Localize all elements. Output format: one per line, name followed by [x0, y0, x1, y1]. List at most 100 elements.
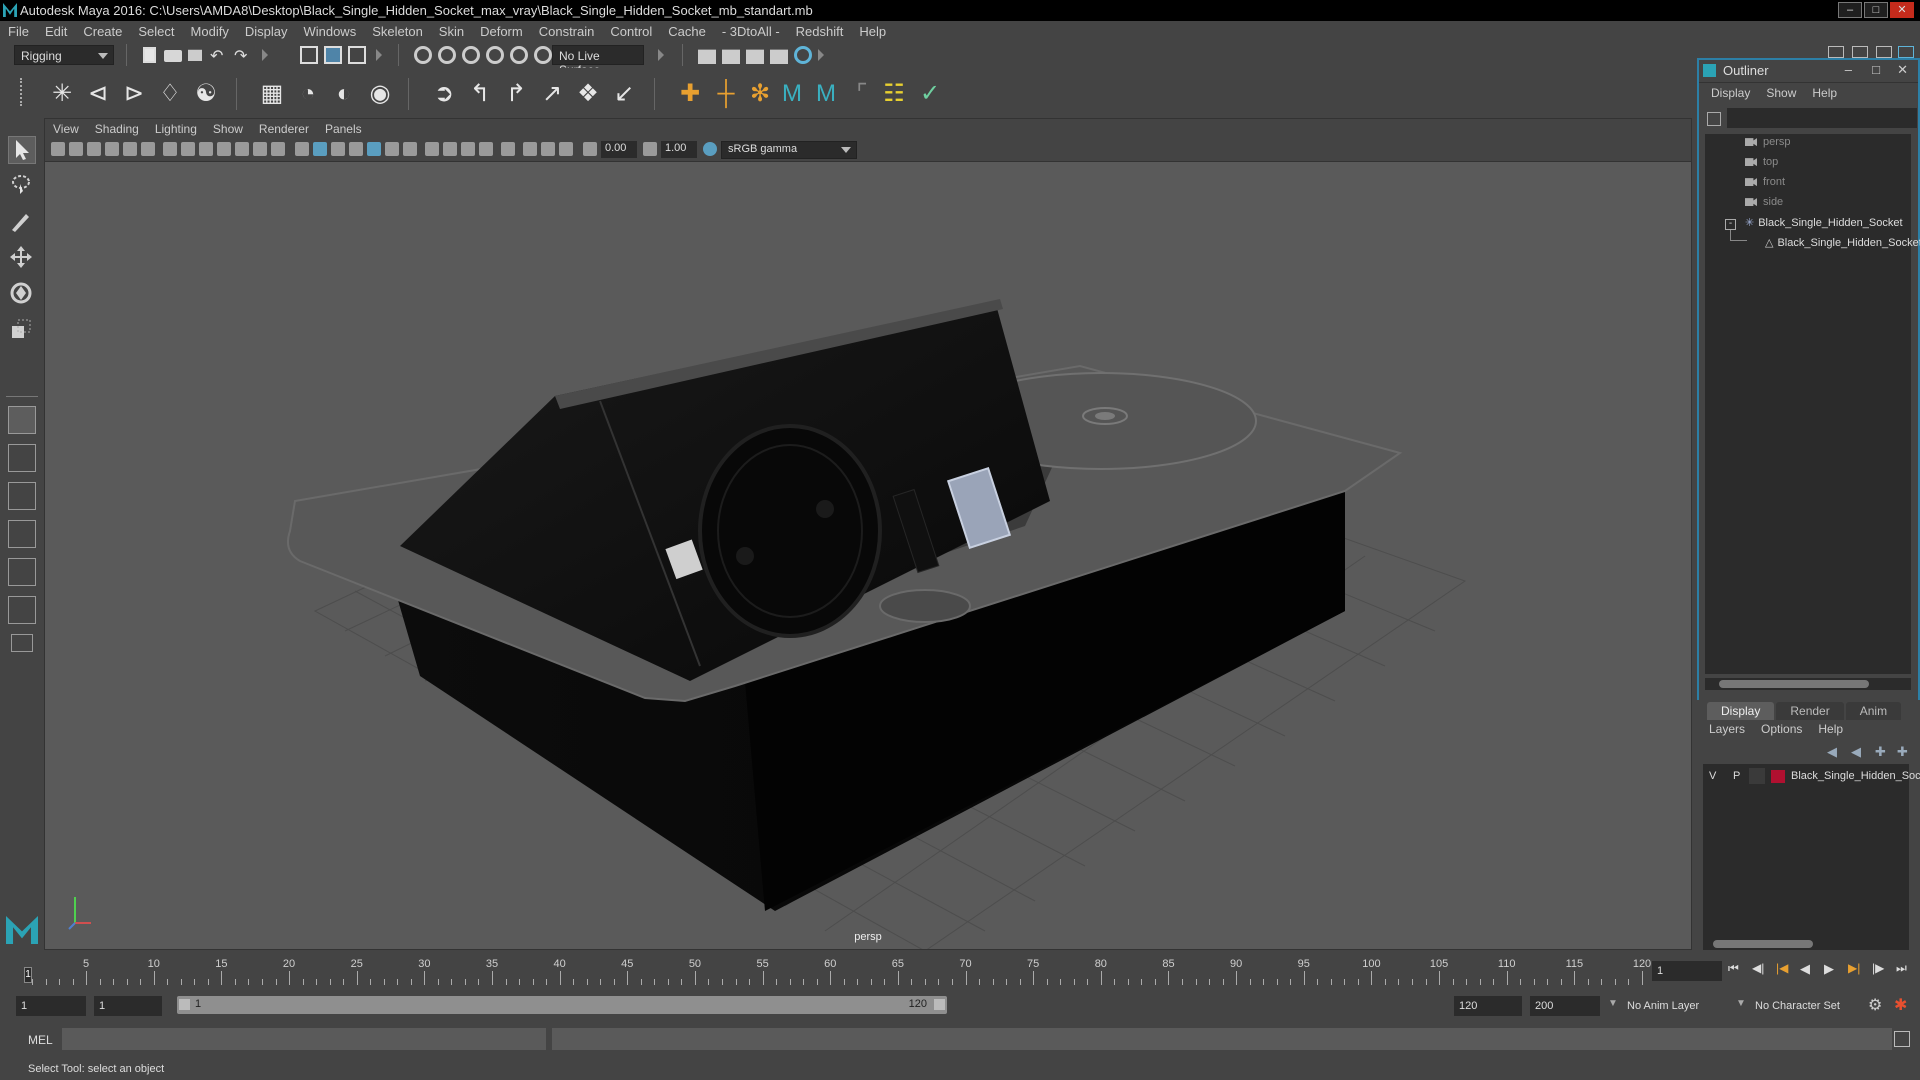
new-scene-icon[interactable]: [143, 47, 156, 63]
layer-playback-toggle[interactable]: P: [1733, 770, 1740, 782]
smooth-bind-icon[interactable]: ▦: [258, 80, 286, 108]
outliner-minimize-button[interactable]: –: [1845, 62, 1852, 77]
quick-rig-icon[interactable]: ⌜: [848, 80, 876, 108]
render-frame-icon[interactable]: [722, 49, 740, 64]
shelf-options-icon[interactable]: [20, 78, 28, 106]
point-constraint-icon[interactable]: ➲: [430, 80, 458, 108]
menu-windows[interactable]: Windows: [295, 24, 364, 39]
hypershade-persp-icon[interactable]: [8, 558, 36, 586]
single-perspective-icon[interactable]: [8, 406, 36, 434]
vp-menu-show[interactable]: Show: [205, 122, 251, 136]
parent-constraint-icon[interactable]: ❖: [574, 80, 602, 108]
lattice-icon[interactable]: ✻: [746, 80, 774, 108]
outliner-item-side[interactable]: side: [1745, 196, 1783, 214]
menu-create[interactable]: Create: [75, 24, 130, 39]
menu-control[interactable]: Control: [602, 24, 660, 39]
cluster-icon[interactable]: ┼: [712, 80, 740, 108]
bake-simulation-icon[interactable]: ☷: [880, 80, 908, 108]
vp-menu-view[interactable]: View: [45, 122, 87, 136]
shadows-icon[interactable]: [403, 142, 417, 156]
play-back-icon[interactable]: ◀: [1800, 961, 1816, 977]
outliner-menu-display[interactable]: Display: [1703, 86, 1758, 100]
go-to-start-icon[interactable]: ⏮: [1728, 961, 1744, 977]
outliner-item-top[interactable]: top: [1745, 156, 1778, 174]
aim-constraint-icon[interactable]: ↰: [466, 80, 494, 108]
snap-surface-icon[interactable]: [510, 46, 528, 64]
outliner-filter-icon[interactable]: [1707, 112, 1721, 126]
layout-icon[interactable]: [1852, 46, 1868, 58]
outliner-maximize-button[interactable]: □: [1872, 62, 1880, 77]
resolution-gate-icon[interactable]: [199, 142, 213, 156]
rigid-bind-icon[interactable]: ◔: [294, 80, 322, 108]
hypershade-icon[interactable]: [794, 46, 812, 64]
scene-view[interactable]: [45, 161, 1691, 950]
create-joint-icon[interactable]: ✳: [48, 80, 76, 108]
open-scene-icon[interactable]: [164, 50, 182, 62]
safe-action-icon[interactable]: [253, 142, 267, 156]
tab-anim[interactable]: Anim: [1845, 702, 1902, 720]
render-view-icon[interactable]: [770, 49, 788, 64]
outliner-item-group[interactable]: ✳ Black_Single_Hidden_Socket: [1745, 216, 1903, 234]
textured-icon[interactable]: [367, 142, 381, 156]
wireframe-on-shaded-icon[interactable]: [349, 142, 363, 156]
undo-icon[interactable]: ↶: [210, 46, 228, 65]
persp-outliner-icon[interactable]: [8, 482, 36, 510]
vp-menu-lighting[interactable]: Lighting: [147, 122, 205, 136]
character-set-dropdown[interactable]: No Character Set: [1750, 996, 1866, 1016]
select-tool-icon[interactable]: [8, 136, 36, 164]
color-management-icon[interactable]: [703, 142, 717, 156]
maximize-button[interactable]: □: [1864, 2, 1888, 18]
scroll-thumb[interactable]: [1719, 680, 1869, 688]
menu-edit[interactable]: Edit: [37, 24, 75, 39]
new-layer-icon[interactable]: ✚: [1875, 744, 1886, 760]
snap-live-icon[interactable]: [534, 46, 552, 64]
step-forward-key-icon[interactable]: |▶: [1872, 961, 1888, 977]
snap-view-plane-icon[interactable]: [486, 46, 504, 64]
motion-blur-icon[interactable]: [443, 142, 457, 156]
collapse-handle[interactable]: [658, 49, 664, 61]
orient-constraint-icon[interactable]: ↱: [502, 80, 530, 108]
xray-joints-icon[interactable]: [541, 142, 555, 156]
tab-render[interactable]: Render: [1776, 702, 1844, 720]
scale-constraint-icon[interactable]: ↗: [538, 80, 566, 108]
chevron-down-icon[interactable]: ▼: [1736, 998, 1746, 1009]
select-by-component-icon[interactable]: [348, 46, 366, 64]
vp-menu-renderer[interactable]: Renderer: [251, 122, 317, 136]
pole-vector-icon[interactable]: ↙: [610, 80, 638, 108]
lasso-tool-icon[interactable]: [8, 172, 36, 200]
field-chart-icon[interactable]: [235, 142, 249, 156]
custom-layout-icon[interactable]: [11, 634, 33, 652]
redo-icon[interactable]: ↷: [234, 46, 252, 65]
current-frame-field[interactable]: 1: [1652, 961, 1722, 981]
paint-weights-icon[interactable]: ◐: [330, 80, 358, 108]
outliner-close-button[interactable]: ✕: [1897, 62, 1908, 78]
depth-of-field-icon[interactable]: [479, 142, 493, 156]
collapse-handle[interactable]: [376, 49, 382, 61]
new-layer-selected-icon[interactable]: ✚: [1897, 744, 1908, 760]
menu-select[interactable]: Select: [130, 24, 182, 39]
layer-color-swatch[interactable]: [1771, 770, 1785, 783]
command-language-label[interactable]: MEL: [28, 1033, 53, 1047]
film-gate-icon[interactable]: [181, 142, 195, 156]
outliner-hscrollbar[interactable]: [1705, 678, 1911, 690]
time-slider[interactable]: 5 10 15 20 25 30 35 40 45 50 55 60 65 70 75 80 85 90 95 100…: [0, 955, 1920, 987]
layer-menu-options[interactable]: Options: [1753, 722, 1810, 736]
persp-graph-outliner-icon[interactable]: [8, 596, 36, 624]
play-forward-icon[interactable]: ▶: [1824, 961, 1840, 977]
move-tool-icon[interactable]: [8, 244, 36, 272]
paint-skin-icon[interactable]: ✓: [916, 80, 944, 108]
rotate-tool-icon[interactable]: [8, 280, 36, 308]
vp-menu-panels[interactable]: Panels: [317, 122, 370, 136]
outliner-menu-help[interactable]: Help: [1804, 86, 1845, 100]
layout-icon[interactable]: [1898, 46, 1914, 58]
snap-grid-icon[interactable]: [414, 46, 432, 64]
default-material-icon[interactable]: [331, 142, 345, 156]
chevron-down-icon[interactable]: ▼: [1608, 998, 1618, 1009]
range-slider[interactable]: 1 120: [177, 996, 947, 1014]
go-to-end-icon[interactable]: ⏭: [1896, 961, 1912, 977]
layout-icon[interactable]: [1828, 46, 1844, 58]
current-frame-marker[interactable]: 1: [24, 967, 32, 983]
scale-tool-icon[interactable]: [8, 316, 36, 344]
screen-space-ao-icon[interactable]: [425, 142, 439, 156]
close-button[interactable]: ✕: [1890, 2, 1914, 18]
